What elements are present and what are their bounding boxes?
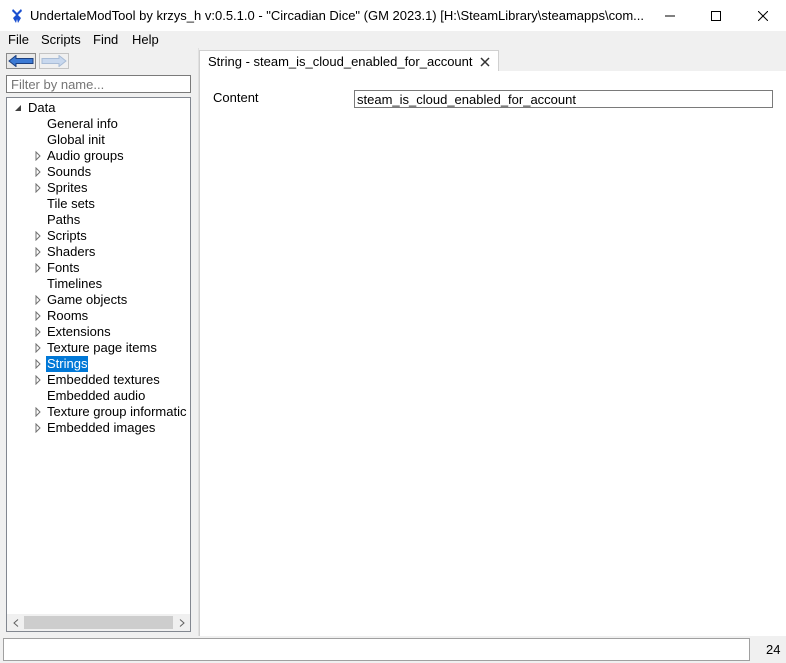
expand-triangle-icon[interactable] bbox=[34, 375, 42, 385]
expand-triangle-icon[interactable] bbox=[34, 311, 42, 321]
expand-triangle-icon[interactable] bbox=[34, 359, 42, 369]
tree-item[interactable]: Shaders bbox=[7, 244, 190, 260]
tab-close-icon[interactable] bbox=[479, 56, 491, 68]
expand-triangle-icon[interactable] bbox=[34, 407, 42, 417]
menu-find[interactable]: Find bbox=[93, 32, 118, 47]
editor-panel: Content bbox=[199, 71, 786, 636]
menu-scripts[interactable]: Scripts bbox=[41, 32, 81, 47]
tree-item[interactable]: Sounds bbox=[7, 164, 190, 180]
tree-item[interactable]: General info bbox=[7, 116, 190, 132]
tree-item[interactable]: Scripts bbox=[7, 228, 190, 244]
tree-item-label: Embedded images bbox=[47, 420, 156, 435]
content-field[interactable] bbox=[354, 90, 773, 108]
forward-arrow-icon bbox=[41, 55, 67, 67]
asset-tree[interactable]: Data General info Global init Audio groups… bbox=[6, 97, 191, 632]
window-title: UndertaleModTool by krzys_h v:0.5.1.0 - … bbox=[30, 8, 644, 23]
scroll-left-button[interactable] bbox=[7, 614, 24, 631]
left-pane: Data General infoGlobal initAudio groups… bbox=[0, 48, 198, 636]
collapse-triangle-icon[interactable] bbox=[14, 103, 22, 113]
tree-item[interactable]: Embedded images bbox=[7, 420, 190, 436]
tree-item[interactable]: Fonts bbox=[7, 260, 190, 276]
expand-triangle-icon[interactable] bbox=[34, 247, 42, 257]
tab-label: String - steam_is_cloud_enabled_for_acco… bbox=[208, 54, 473, 69]
tree-item-label: Extensions bbox=[47, 324, 111, 339]
maximize-button[interactable] bbox=[693, 0, 739, 31]
menu-file[interactable]: File bbox=[8, 32, 29, 47]
tree-item-label: Embedded audio bbox=[47, 388, 146, 403]
maximize-icon bbox=[711, 10, 721, 21]
expand-triangle-icon[interactable] bbox=[34, 167, 42, 177]
filter-input[interactable] bbox=[6, 75, 191, 93]
expand-triangle-icon[interactable] bbox=[34, 231, 42, 241]
tree-item[interactable]: Texture group informatic bbox=[7, 404, 190, 420]
expand-triangle-icon[interactable] bbox=[34, 327, 42, 337]
tree-item[interactable]: Paths bbox=[7, 212, 190, 228]
tree-item-label: Sounds bbox=[47, 164, 92, 179]
close-icon bbox=[758, 10, 768, 21]
minimize-icon bbox=[665, 15, 675, 16]
title-bar: UndertaleModTool by krzys_h v:0.5.1.0 - … bbox=[0, 0, 786, 31]
tree-root[interactable]: Data bbox=[7, 100, 190, 116]
horizontal-scrollbar[interactable] bbox=[7, 614, 190, 631]
tree-item[interactable]: Game objects bbox=[7, 292, 190, 308]
scrollbar-thumb[interactable] bbox=[24, 616, 173, 629]
tree-item[interactable]: Texture page items bbox=[7, 340, 190, 356]
tree-item-label: Shaders bbox=[47, 244, 96, 259]
tree-item[interactable]: Global init bbox=[7, 132, 190, 148]
tree-item-label: Global init bbox=[47, 132, 105, 147]
expand-triangle-icon[interactable] bbox=[34, 151, 42, 161]
tab-string-editor[interactable]: String - steam_is_cloud_enabled_for_acco… bbox=[199, 50, 499, 72]
tree-item[interactable]: Sprites bbox=[7, 180, 190, 196]
tree-item-label: Texture group informatic bbox=[47, 404, 187, 419]
back-arrow-icon bbox=[8, 55, 34, 67]
expand-triangle-icon[interactable] bbox=[34, 183, 42, 193]
tree-item[interactable]: Rooms bbox=[7, 308, 190, 324]
menu-help[interactable]: Help bbox=[132, 32, 159, 47]
expand-triangle-icon[interactable] bbox=[34, 263, 42, 273]
tree-item-label: Scripts bbox=[47, 228, 87, 243]
tree-root-label: Data bbox=[28, 100, 56, 115]
status-count: 24 bbox=[766, 642, 781, 657]
tree-item[interactable]: Embedded textures bbox=[7, 372, 190, 388]
forward-button[interactable] bbox=[39, 53, 69, 69]
tree-item-label: Tile sets bbox=[47, 196, 95, 211]
app-icon bbox=[12, 9, 22, 23]
tree-item[interactable]: Timelines bbox=[7, 276, 190, 292]
tree-item-label: Audio groups bbox=[47, 148, 124, 163]
expand-triangle-icon[interactable] bbox=[34, 343, 42, 353]
back-button[interactable] bbox=[6, 53, 36, 69]
tree-item[interactable]: Strings bbox=[7, 356, 190, 372]
tree-item[interactable]: Audio groups bbox=[7, 148, 190, 164]
close-button[interactable] bbox=[740, 0, 786, 31]
menu-bar: File Scripts Find Help bbox=[0, 31, 786, 48]
tree-item-label: Rooms bbox=[47, 308, 89, 323]
scroll-right-button[interactable] bbox=[173, 614, 190, 631]
minimize-button[interactable] bbox=[647, 0, 693, 31]
tree-item-label: Strings bbox=[46, 356, 89, 372]
tree-item-label: Game objects bbox=[47, 292, 128, 307]
command-input[interactable] bbox=[3, 638, 750, 661]
tree-item-label: Timelines bbox=[47, 276, 103, 291]
tree-item[interactable]: Extensions bbox=[7, 324, 190, 340]
tree-item-label: Paths bbox=[47, 212, 81, 227]
tree-item-label: Embedded textures bbox=[47, 372, 160, 387]
tree-item[interactable]: Tile sets bbox=[7, 196, 190, 212]
content-label: Content bbox=[213, 90, 259, 105]
status-bar: 24 bbox=[0, 636, 786, 663]
tree-item-label: Texture page items bbox=[47, 340, 157, 355]
expand-triangle-icon[interactable] bbox=[34, 423, 42, 433]
expand-triangle-icon[interactable] bbox=[34, 295, 42, 305]
chevron-left-icon bbox=[12, 618, 18, 627]
tree-item[interactable]: Embedded audio bbox=[7, 388, 190, 404]
chevron-right-icon bbox=[179, 618, 185, 627]
tree-item-label: Fonts bbox=[47, 260, 80, 275]
tree-item-label: General info bbox=[47, 116, 118, 131]
tree-item-label: Sprites bbox=[47, 180, 88, 195]
